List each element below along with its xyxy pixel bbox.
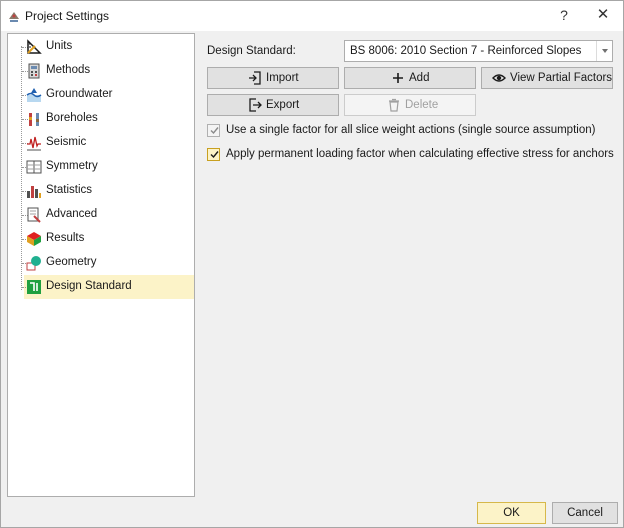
permanent-loading-checkbox[interactable] (207, 148, 220, 161)
seismic-icon (27, 136, 41, 151)
tree-item-label: Boreholes (46, 112, 98, 124)
permanent-loading-label: Apply permanent loading factor when calc… (226, 148, 614, 160)
single-factor-label: Use a single factor for all slice weight… (226, 124, 596, 136)
tree-item-label: Geometry (46, 256, 97, 268)
view-partial-factors-button[interactable]: View Partial Factors (481, 67, 613, 89)
groundwater-icon (26, 88, 42, 102)
tree-item-label: Results (46, 232, 85, 244)
methods-icon (28, 63, 40, 79)
advanced-icon (27, 207, 41, 223)
design-standard-value: BS 8006: 2010 Section 7 - Reinforced Slo… (350, 45, 582, 57)
tree-item-design-standard[interactable]: Design Standard (22, 275, 194, 299)
tree-item-label: Statistics (46, 184, 93, 196)
eye-icon (492, 74, 506, 82)
tree-item-geometry[interactable]: Geometry (22, 251, 194, 275)
results-icon (27, 232, 41, 246)
chevron-down-icon[interactable] (596, 41, 612, 61)
export-icon (249, 98, 262, 112)
tree-item-label: Advanced (46, 208, 98, 220)
export-button[interactable]: Export (207, 94, 339, 116)
tree-item-label: Methods (46, 64, 91, 76)
app-icon (9, 12, 19, 22)
tree-item-advanced[interactable]: Advanced (22, 203, 194, 227)
window-title: Project Settings (25, 9, 110, 23)
add-button[interactable]: Add (344, 67, 476, 89)
settings-tree: Units Methods Groundwater Boreholes Seis… (7, 33, 195, 497)
geometry-icon (26, 256, 41, 271)
tree-item-boreholes[interactable]: Boreholes (22, 107, 194, 131)
help-button[interactable]: ? (549, 3, 579, 27)
tree-item-label: Seismic (46, 136, 87, 148)
single-factor-checkbox[interactable] (207, 124, 220, 137)
tree-item-groundwater[interactable]: Groundwater (22, 83, 194, 107)
project-settings-dialog: Project Settings ? ✕ Units Methods Groun… (0, 0, 624, 528)
delete-button[interactable]: Delete (344, 94, 476, 116)
design-standard-label: Design Standard: (207, 45, 296, 57)
boreholes-icon (29, 113, 39, 126)
tree-item-methods[interactable]: Methods (22, 59, 194, 83)
statistics-icon (27, 186, 41, 198)
design-standard-select[interactable]: BS 8006: 2010 Section 7 - Reinforced Slo… (344, 40, 613, 62)
permanent-loading-option[interactable]: Apply permanent loading factor when calc… (207, 147, 614, 163)
tree-item-results[interactable]: Results (22, 227, 194, 251)
close-button[interactable]: ✕ (585, 3, 621, 27)
tree-item-label: Symmetry (46, 160, 98, 172)
trash-icon (389, 98, 399, 112)
single-factor-option[interactable]: Use a single factor for all slice weight… (207, 123, 607, 139)
tree-item-label: Units (46, 40, 73, 52)
checkmark-icon (210, 127, 219, 135)
import-icon (249, 71, 261, 85)
plus-icon (393, 73, 403, 83)
tree-item-units[interactable]: Units (22, 35, 194, 59)
design-standard-icon (27, 280, 41, 294)
import-button[interactable]: Import (207, 67, 339, 89)
cancel-button[interactable]: Cancel (552, 502, 618, 524)
tree-item-seismic[interactable]: Seismic (22, 131, 194, 155)
tree-item-statistics[interactable]: Statistics (22, 179, 194, 203)
units-icon (27, 39, 42, 54)
symmetry-icon (26, 160, 42, 174)
tree-item-label: Groundwater (46, 88, 113, 100)
tree-item-label: Design Standard (46, 280, 132, 292)
title-bar: Project Settings ? ✕ (1, 1, 623, 31)
ok-button[interactable]: OK (477, 502, 546, 524)
checkmark-icon (210, 151, 219, 159)
tree-item-symmetry[interactable]: Symmetry (22, 155, 194, 179)
